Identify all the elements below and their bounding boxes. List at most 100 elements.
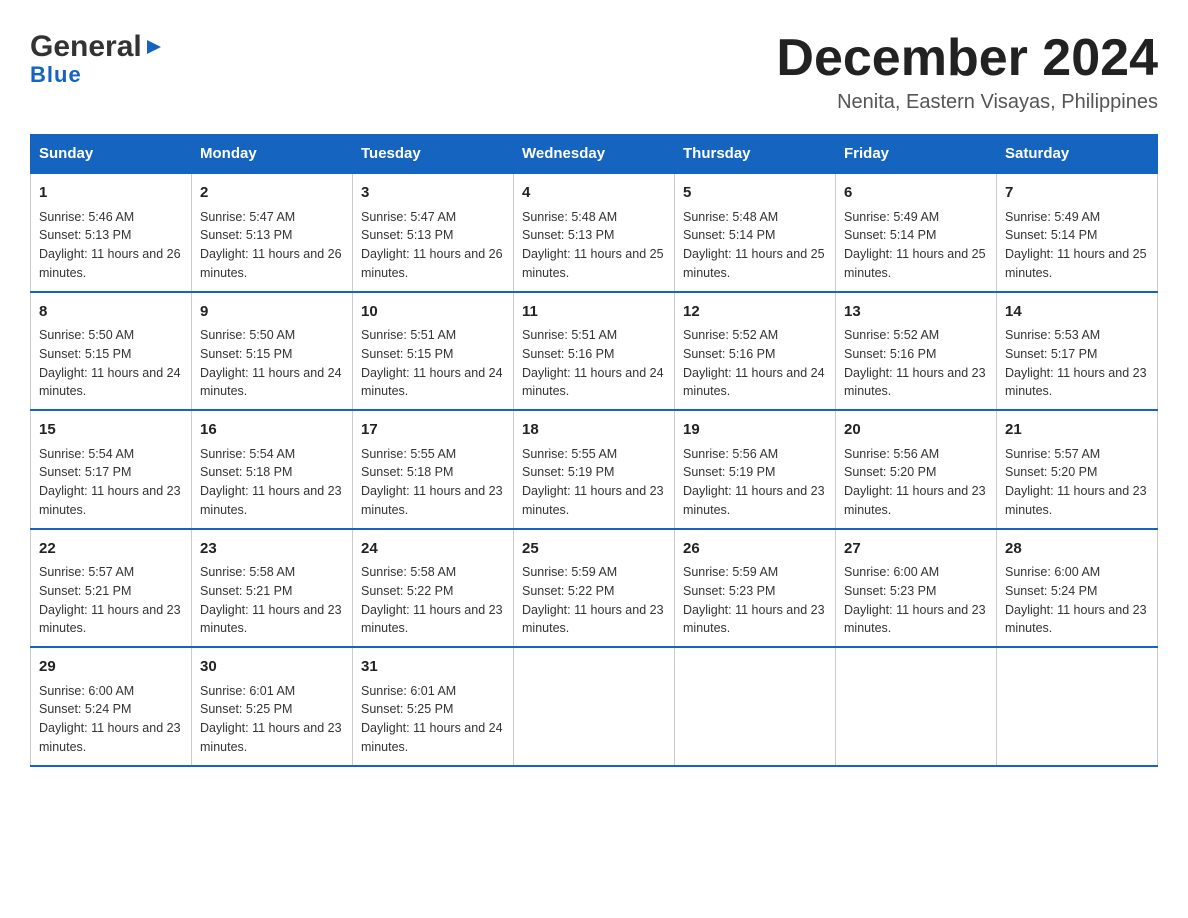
calendar-cell: 13 Sunrise: 5:52 AM Sunset: 5:16 PM Dayl…	[836, 292, 997, 411]
calendar-cell: 2 Sunrise: 5:47 AM Sunset: 5:13 PM Dayli…	[192, 173, 353, 292]
daylight-info: Daylight: 11 hours and 23 minutes.	[39, 484, 181, 517]
calendar-cell: 16 Sunrise: 5:54 AM Sunset: 5:18 PM Dayl…	[192, 410, 353, 529]
sunrise-info: Sunrise: 5:54 AM	[39, 447, 134, 461]
daylight-info: Daylight: 11 hours and 24 minutes.	[200, 366, 342, 399]
sunrise-info: Sunrise: 5:50 AM	[200, 328, 295, 342]
calendar-cell	[514, 647, 675, 766]
day-number: 12	[683, 301, 827, 324]
sunset-info: Sunset: 5:20 PM	[844, 465, 936, 479]
sunset-info: Sunset: 5:15 PM	[39, 347, 131, 361]
daylight-info: Daylight: 11 hours and 23 minutes.	[200, 721, 342, 754]
day-number: 1	[39, 182, 183, 205]
calendar-cell: 25 Sunrise: 5:59 AM Sunset: 5:22 PM Dayl…	[514, 529, 675, 648]
calendar-cell: 19 Sunrise: 5:56 AM Sunset: 5:19 PM Dayl…	[675, 410, 836, 529]
page-header: General Blue December 2024 Nenita, Easte…	[30, 30, 1158, 114]
day-number: 13	[844, 301, 988, 324]
sunset-info: Sunset: 5:19 PM	[683, 465, 775, 479]
sunrise-info: Sunrise: 5:52 AM	[844, 328, 939, 342]
calendar-cell: 31 Sunrise: 6:01 AM Sunset: 5:25 PM Dayl…	[353, 647, 514, 766]
calendar-cell: 29 Sunrise: 6:00 AM Sunset: 5:24 PM Dayl…	[31, 647, 192, 766]
daylight-info: Daylight: 11 hours and 25 minutes.	[844, 247, 986, 280]
daylight-info: Daylight: 11 hours and 24 minutes.	[522, 366, 664, 399]
calendar-cell: 28 Sunrise: 6:00 AM Sunset: 5:24 PM Dayl…	[997, 529, 1158, 648]
sunrise-info: Sunrise: 5:47 AM	[200, 210, 295, 224]
weekday-header-sunday: Sunday	[31, 135, 192, 174]
daylight-info: Daylight: 11 hours and 23 minutes.	[844, 603, 986, 636]
calendar-week-row: 8 Sunrise: 5:50 AM Sunset: 5:15 PM Dayli…	[31, 292, 1158, 411]
calendar-week-row: 1 Sunrise: 5:46 AM Sunset: 5:13 PM Dayli…	[31, 173, 1158, 292]
sunset-info: Sunset: 5:21 PM	[200, 584, 292, 598]
day-number: 19	[683, 419, 827, 442]
sunrise-info: Sunrise: 5:59 AM	[683, 565, 778, 579]
sunset-info: Sunset: 5:21 PM	[39, 584, 131, 598]
daylight-info: Daylight: 11 hours and 26 minutes.	[361, 247, 503, 280]
day-number: 17	[361, 419, 505, 442]
daylight-info: Daylight: 11 hours and 23 minutes.	[39, 721, 181, 754]
calendar-cell: 17 Sunrise: 5:55 AM Sunset: 5:18 PM Dayl…	[353, 410, 514, 529]
sunrise-info: Sunrise: 5:55 AM	[522, 447, 617, 461]
calendar-cell: 27 Sunrise: 6:00 AM Sunset: 5:23 PM Dayl…	[836, 529, 997, 648]
sunset-info: Sunset: 5:16 PM	[844, 347, 936, 361]
calendar-cell: 26 Sunrise: 5:59 AM Sunset: 5:23 PM Dayl…	[675, 529, 836, 648]
daylight-info: Daylight: 11 hours and 25 minutes.	[1005, 247, 1147, 280]
daylight-info: Daylight: 11 hours and 24 minutes.	[683, 366, 825, 399]
day-number: 2	[200, 182, 344, 205]
location-subtitle: Nenita, Eastern Visayas, Philippines	[776, 91, 1158, 114]
daylight-info: Daylight: 11 hours and 26 minutes.	[200, 247, 342, 280]
calendar-cell: 23 Sunrise: 5:58 AM Sunset: 5:21 PM Dayl…	[192, 529, 353, 648]
daylight-info: Daylight: 11 hours and 23 minutes.	[522, 603, 664, 636]
sunset-info: Sunset: 5:14 PM	[844, 228, 936, 242]
day-number: 14	[1005, 301, 1149, 324]
sunrise-info: Sunrise: 5:57 AM	[39, 565, 134, 579]
sunset-info: Sunset: 5:18 PM	[200, 465, 292, 479]
month-title: December 2024	[776, 30, 1158, 87]
daylight-info: Daylight: 11 hours and 23 minutes.	[844, 484, 986, 517]
day-number: 29	[39, 656, 183, 679]
daylight-info: Daylight: 11 hours and 23 minutes.	[200, 603, 342, 636]
day-number: 27	[844, 538, 988, 561]
sunset-info: Sunset: 5:13 PM	[200, 228, 292, 242]
calendar-cell: 10 Sunrise: 5:51 AM Sunset: 5:15 PM Dayl…	[353, 292, 514, 411]
calendar-cell: 6 Sunrise: 5:49 AM Sunset: 5:14 PM Dayli…	[836, 173, 997, 292]
daylight-info: Daylight: 11 hours and 25 minutes.	[683, 247, 825, 280]
sunrise-info: Sunrise: 6:01 AM	[361, 684, 456, 698]
calendar-cell: 12 Sunrise: 5:52 AM Sunset: 5:16 PM Dayl…	[675, 292, 836, 411]
calendar-cell: 21 Sunrise: 5:57 AM Sunset: 5:20 PM Dayl…	[997, 410, 1158, 529]
sunrise-info: Sunrise: 5:47 AM	[361, 210, 456, 224]
daylight-info: Daylight: 11 hours and 23 minutes.	[1005, 366, 1147, 399]
day-number: 20	[844, 419, 988, 442]
sunset-info: Sunset: 5:15 PM	[200, 347, 292, 361]
sunrise-info: Sunrise: 5:49 AM	[1005, 210, 1100, 224]
weekday-header-wednesday: Wednesday	[514, 135, 675, 174]
day-number: 5	[683, 182, 827, 205]
sunrise-info: Sunrise: 5:56 AM	[683, 447, 778, 461]
daylight-info: Daylight: 11 hours and 23 minutes.	[200, 484, 342, 517]
sunset-info: Sunset: 5:18 PM	[361, 465, 453, 479]
sunrise-info: Sunrise: 5:56 AM	[844, 447, 939, 461]
calendar-cell: 24 Sunrise: 5:58 AM Sunset: 5:22 PM Dayl…	[353, 529, 514, 648]
sunset-info: Sunset: 5:20 PM	[1005, 465, 1097, 479]
logo-blue-text: Blue	[30, 62, 82, 88]
sunset-info: Sunset: 5:13 PM	[522, 228, 614, 242]
day-number: 8	[39, 301, 183, 324]
daylight-info: Daylight: 11 hours and 24 minutes.	[361, 721, 503, 754]
daylight-info: Daylight: 11 hours and 23 minutes.	[361, 603, 503, 636]
day-number: 25	[522, 538, 666, 561]
daylight-info: Daylight: 11 hours and 23 minutes.	[39, 603, 181, 636]
sunset-info: Sunset: 5:14 PM	[683, 228, 775, 242]
daylight-info: Daylight: 11 hours and 24 minutes.	[39, 366, 181, 399]
sunset-info: Sunset: 5:23 PM	[844, 584, 936, 598]
weekday-header-monday: Monday	[192, 135, 353, 174]
calendar-cell: 14 Sunrise: 5:53 AM Sunset: 5:17 PM Dayl…	[997, 292, 1158, 411]
sunset-info: Sunset: 5:16 PM	[683, 347, 775, 361]
day-number: 22	[39, 538, 183, 561]
sunrise-info: Sunrise: 5:49 AM	[844, 210, 939, 224]
calendar-cell: 11 Sunrise: 5:51 AM Sunset: 5:16 PM Dayl…	[514, 292, 675, 411]
day-number: 11	[522, 301, 666, 324]
calendar-cell: 7 Sunrise: 5:49 AM Sunset: 5:14 PM Dayli…	[997, 173, 1158, 292]
day-number: 28	[1005, 538, 1149, 561]
sunrise-info: Sunrise: 6:00 AM	[1005, 565, 1100, 579]
calendar-cell: 15 Sunrise: 5:54 AM Sunset: 5:17 PM Dayl…	[31, 410, 192, 529]
daylight-info: Daylight: 11 hours and 25 minutes.	[522, 247, 664, 280]
sunrise-info: Sunrise: 6:01 AM	[200, 684, 295, 698]
